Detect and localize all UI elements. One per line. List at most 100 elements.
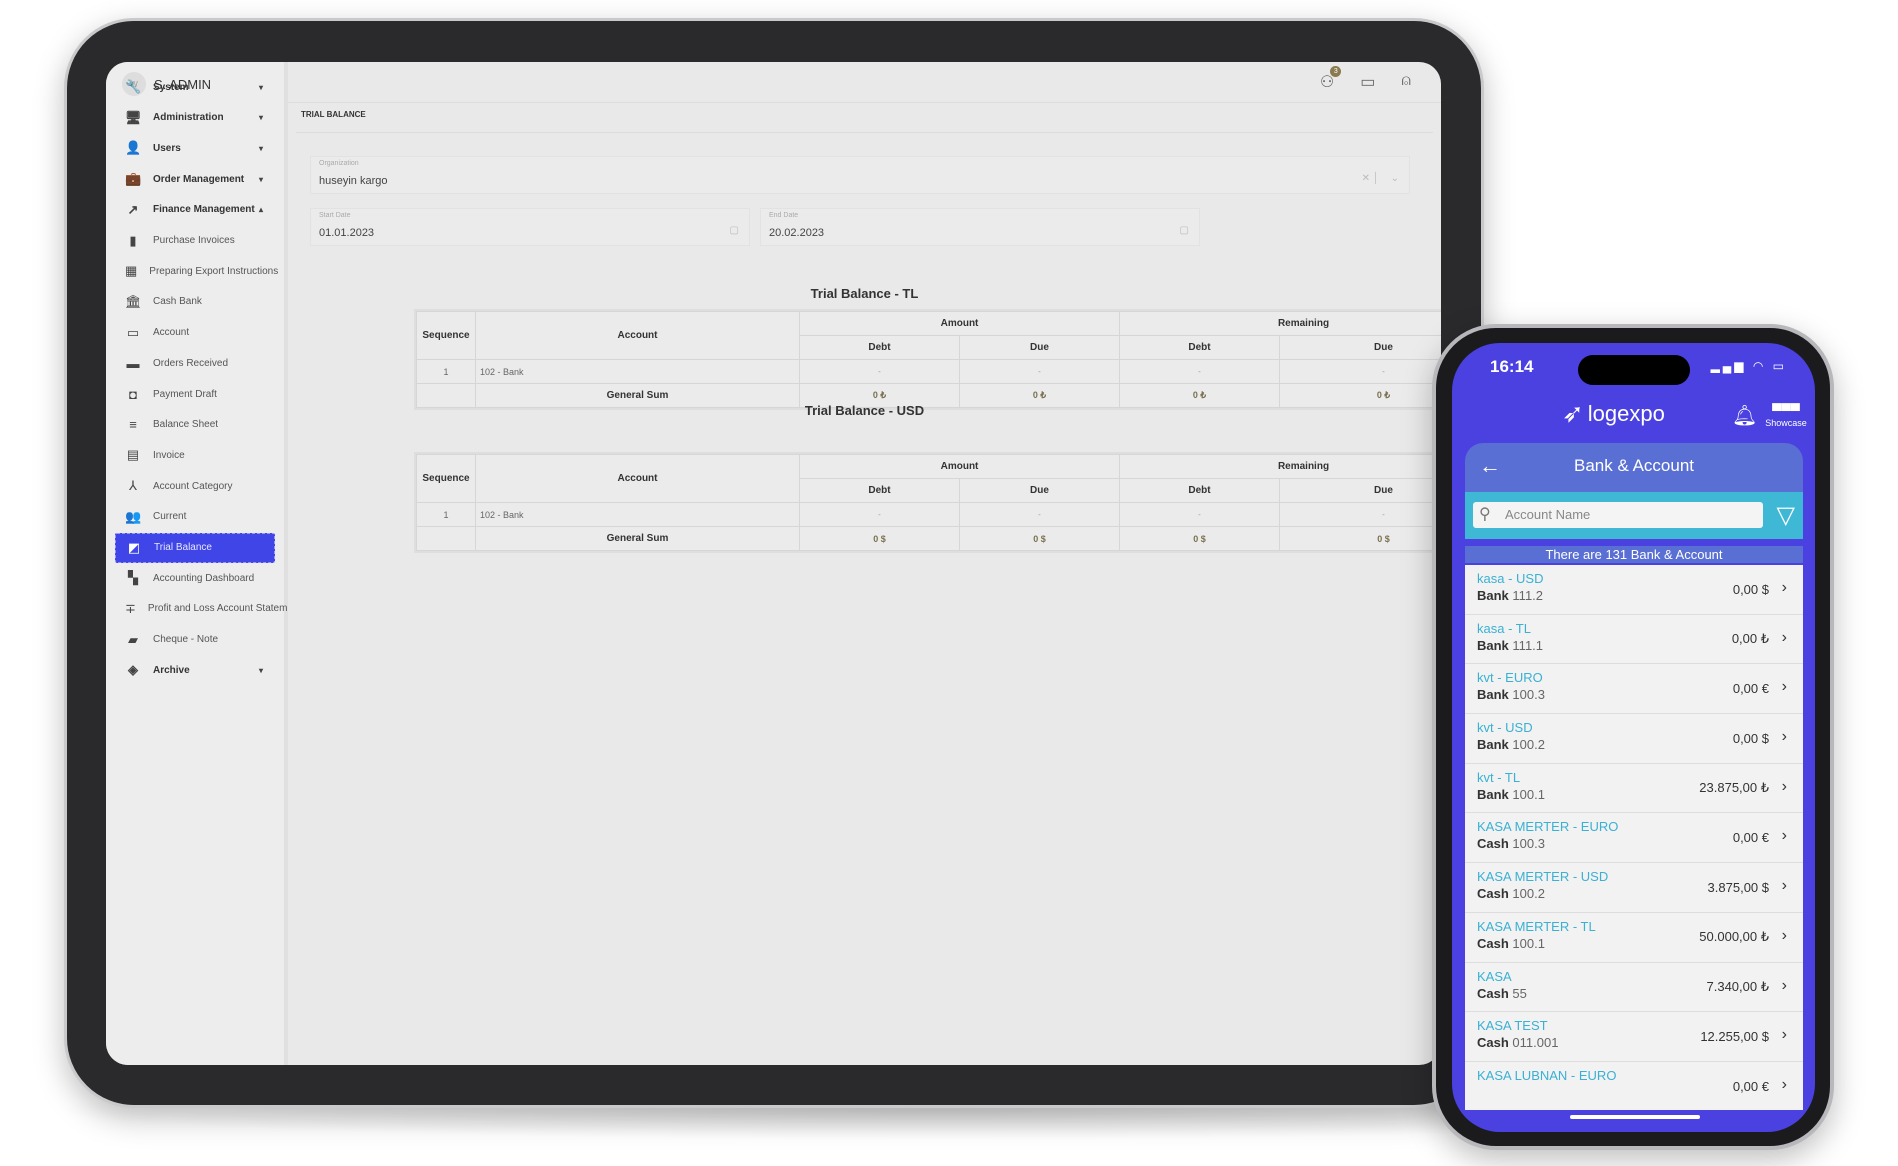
chevron-right-icon[interactable]: › [1782, 877, 1787, 895]
account-list-item[interactable]: KASA MERTER - TL Cash 100.1 50.000,00 ₺ … [1465, 913, 1803, 963]
chevron-right-icon[interactable]: › [1782, 1076, 1787, 1094]
chevron-right-icon[interactable]: › [1782, 977, 1787, 995]
chevron-down-icon[interactable]: ⌄ [1391, 173, 1399, 184]
chevron-right-icon[interactable]: › [1782, 678, 1787, 696]
sidebar-item-current[interactable]: 👥 Current [115, 502, 275, 532]
account-list-item[interactable]: kvt - TL Bank 100.1 23.875,00 ₺ › [1465, 764, 1803, 814]
sidebar-item-users[interactable]: 👤 Users ▾ [115, 133, 275, 163]
hierarchy-icon: ⅄ [129, 478, 137, 494]
phone-screen: 16:14 ▂▄▆ ◠ ▭ ➶ logexpo 🔔︎ ▀▀▀ Showcase ← … [1452, 343, 1815, 1132]
trial-balance-table: Sequence Account Amount Remaining Debt Due D… [416, 311, 1441, 408]
sidebar-item-preparing-export-instructions[interactable]: ▦ Preparing Export Instructions [115, 256, 278, 286]
home-indicator[interactable] [1570, 1115, 1700, 1119]
sidebar-item-payment-draft[interactable]: ◘ Payment Draft [115, 379, 275, 409]
header-account[interactable]: Account [475, 311, 800, 360]
end-date-field[interactable]: End Date 20.02.2023 ▢ [760, 208, 1200, 246]
filter-icon[interactable]: ▽ [1777, 501, 1795, 530]
account-list-item[interactable]: KASA LUBNAN - EURO 0,00 € › [1465, 1062, 1803, 1110]
table-row[interactable]: 1 102 - Bank - - - - [416, 502, 1441, 527]
sum-amount-due: 0 $ [959, 526, 1120, 551]
sidebar-item-account[interactable]: ▭ Account [115, 318, 275, 348]
signal-wifi-battery-icon: ▂▄▆ ◠ ▭ [1710, 359, 1787, 373]
sidebar-item-account-category[interactable]: ⅄ Account Category [115, 471, 275, 501]
header-sequence[interactable]: Sequence [416, 311, 476, 360]
sidebar-item-cheque-note[interactable]: ▰ Cheque - Note [115, 625, 275, 655]
sidebar-item-trial-balance[interactable]: ◩ Trial Balance [115, 532, 275, 563]
showcase-button[interactable]: ▀▀▀ Showcase [1762, 403, 1810, 428]
sidebar-item-order-management[interactable]: 💼 Order Management ▾ [115, 164, 275, 194]
sidebar-item-finance-management[interactable]: ↗ Finance Management ▴ [115, 195, 275, 225]
sidebar-item-label: Trial Balance [154, 542, 212, 553]
account-list-item[interactable]: KASA TEST Cash 011.001 12.255,00 $ › [1465, 1012, 1803, 1062]
sidebar-item-label: Account [153, 327, 190, 339]
chevron-right-icon[interactable]: › [1782, 728, 1787, 746]
header-debt: Debt [1119, 335, 1280, 360]
account-code: 100.2 [1512, 737, 1545, 753]
cell-amount-due: - [959, 502, 1120, 527]
end-date-value: 20.02.2023 [769, 227, 825, 239]
bank-icon: 🏛 [125, 293, 142, 309]
sidebar-item-balance-sheet[interactable]: ≡ Balance Sheet [115, 410, 275, 440]
sidebar-item-label: Payment Draft [153, 388, 217, 400]
sidebar-item-profit-and-loss-account-statem[interactable]: ∓ Profit and Loss Account Statem [115, 594, 287, 624]
chevron-right-icon[interactable]: › [1782, 778, 1787, 796]
clear-close-icon[interactable]: ✕ │ [1362, 173, 1379, 184]
cell-account: 102 - Bank [475, 502, 800, 527]
sidebar-item-system[interactable]: 🔧 System ▾ [115, 72, 275, 102]
status-bar: 16:14 ▂▄▆ ◠ ▭ [1452, 355, 1815, 387]
account-list-item[interactable]: kasa - TL Bank 111.1 0,00 ₺ › [1465, 615, 1803, 665]
people-icon: 👥 [125, 508, 142, 524]
account-list-item[interactable]: kvt - USD Bank 100.2 0,00 $ › [1465, 714, 1803, 764]
header-account[interactable]: Account [475, 454, 800, 503]
sidebar-item-cash-bank[interactable]: 🏛 Cash Bank [115, 287, 275, 317]
general-sum-label: General Sum [475, 526, 800, 551]
sidebar-item-invoice[interactable]: ▤ Invoice [115, 440, 275, 470]
sum-amount-debt: 0 $ [799, 526, 960, 551]
chevron-right-icon[interactable]: › [1782, 827, 1787, 845]
sidebar-item-label: Orders Received [153, 357, 229, 369]
sidebar-item-administration[interactable]: 🖥 Administration ▾ [115, 103, 275, 133]
account-type: Cash [1477, 836, 1509, 852]
org-chart-icon[interactable]: ⚇ 3 [1320, 66, 1342, 92]
account-code: 100.1 [1512, 935, 1545, 951]
account-balance: 0,00 € [1732, 830, 1769, 846]
sidebar-item-archive[interactable]: ◈ Archive ▾ [115, 655, 275, 685]
cell-rem-debt: - [1119, 502, 1280, 527]
calendar-icon[interactable]: ▢ [1180, 225, 1189, 236]
account-list-item[interactable]: kasa - USD Bank 111.2 0,00 $ › [1465, 565, 1803, 615]
search-bar: ⚲ Account Name ▽ [1465, 492, 1803, 539]
profile-icon[interactable]: ⍝ [1401, 72, 1411, 92]
chevron-right-icon[interactable]: › [1782, 579, 1787, 597]
sidebar-item-purchase-invoices[interactable]: ▮ Purchase Invoices [115, 226, 275, 256]
sidebar-item-accounting-dashboard[interactable]: ▚ Accounting Dashboard [115, 563, 275, 593]
account-type: Cash [1477, 886, 1509, 902]
organization-select[interactable]: Organization huseyin kargo ✕ │ ⌄ [310, 156, 1410, 194]
account-list-item[interactable]: KASA MERTER - USD Cash 100.2 3.875,00 $ … [1465, 863, 1803, 913]
sidebar-item-label: Account Category [153, 480, 233, 492]
account-list-item[interactable]: KASA MERTER - EURO Cash 100.3 0,00 € › [1465, 813, 1803, 864]
sidebar-item-orders-received[interactable]: ▬ Orders Received [115, 348, 275, 378]
account-list[interactable]: kasa - USD Bank 111.2 0,00 $ › kasa - TL … [1465, 565, 1803, 1110]
window-icon[interactable]: ▭ [1360, 72, 1375, 92]
chevron-right-icon[interactable]: › [1782, 927, 1787, 945]
lines-icon: ≡ [129, 417, 137, 433]
account-code: 100.3 [1512, 687, 1545, 703]
calendar-icon[interactable]: ▢ [730, 225, 739, 236]
account-balance: 50.000,00 ₺ [1699, 929, 1769, 945]
start-date-field[interactable]: Start Date 01.01.2023 ▢ [310, 208, 750, 246]
caret-icon: ▾ [258, 113, 263, 123]
sidebar-item-label: Users [153, 142, 181, 154]
account-list-item[interactable]: kvt - EURO Bank 100.3 0,00 € › [1465, 664, 1803, 715]
bell-icon[interactable]: 🔔︎ [1732, 403, 1757, 428]
account-list-item[interactable]: KASA Cash 55 7.340,00 ₺ › [1465, 963, 1803, 1013]
cell-amount-debt: - [799, 502, 960, 527]
end-date-label: End Date [769, 212, 799, 219]
chevron-right-icon[interactable]: › [1782, 629, 1787, 647]
table-row[interactable]: 1 102 - Bank - - - - [416, 359, 1441, 384]
caret-icon: ▴ [258, 205, 263, 215]
trial-balance-table: Sequence Account Amount Remaining Debt Due D… [416, 454, 1441, 551]
header-sequence[interactable]: Sequence [416, 454, 476, 503]
account-search-input[interactable]: ⚲ Account Name [1473, 502, 1763, 528]
divider [288, 102, 1441, 103]
chevron-right-icon[interactable]: › [1782, 1026, 1787, 1044]
